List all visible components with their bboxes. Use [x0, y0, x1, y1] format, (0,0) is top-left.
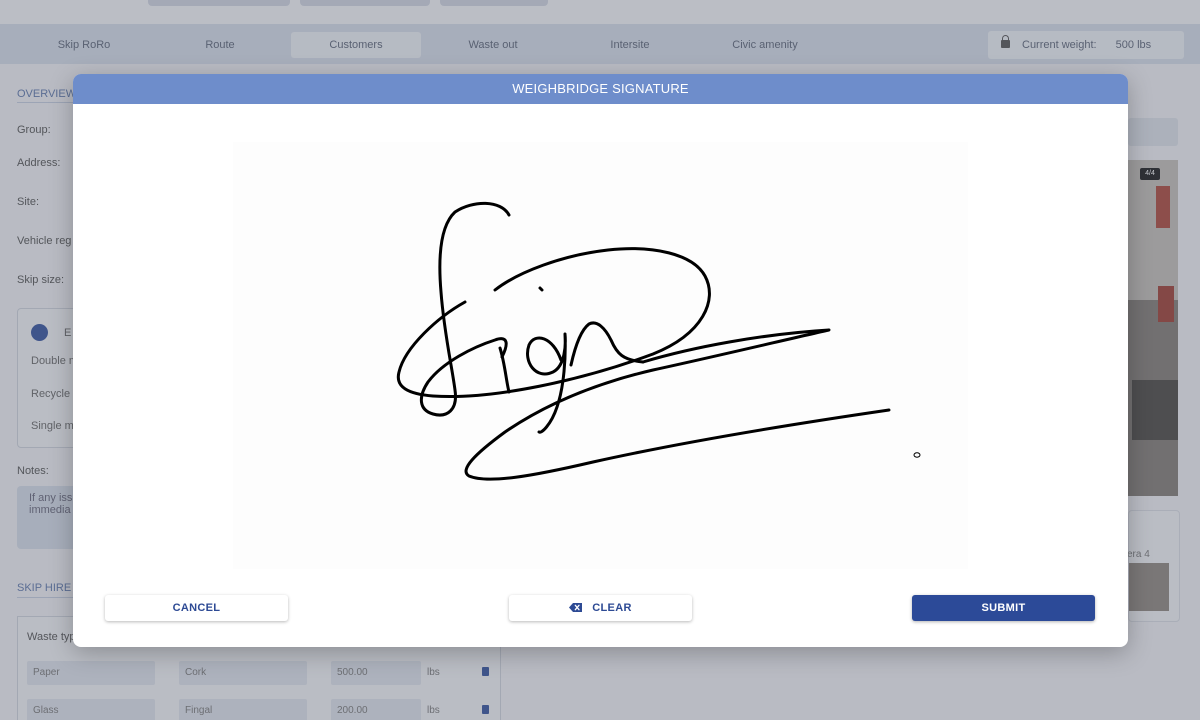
signature-stroke [419, 201, 511, 417]
clear-label: CLEAR [592, 602, 632, 614]
cancel-button[interactable]: CANCEL [105, 595, 288, 621]
pen-cursor-icon [913, 452, 921, 458]
modal-title: WEIGHBRIDGE SIGNATURE [73, 74, 1128, 104]
submit-button[interactable]: SUBMIT [912, 595, 1095, 621]
signature-modal: WEIGHBRIDGE SIGNATURE CANCEL CLEAR SUBMI… [73, 74, 1128, 647]
backspace-icon [569, 602, 583, 612]
signature-stroke [538, 286, 544, 292]
signature-stroke [464, 328, 891, 481]
signature-stroke [569, 321, 645, 367]
signature-drawing [396, 201, 921, 481]
signature-pad[interactable] [233, 142, 968, 569]
clear-button[interactable]: CLEAR [509, 595, 692, 621]
